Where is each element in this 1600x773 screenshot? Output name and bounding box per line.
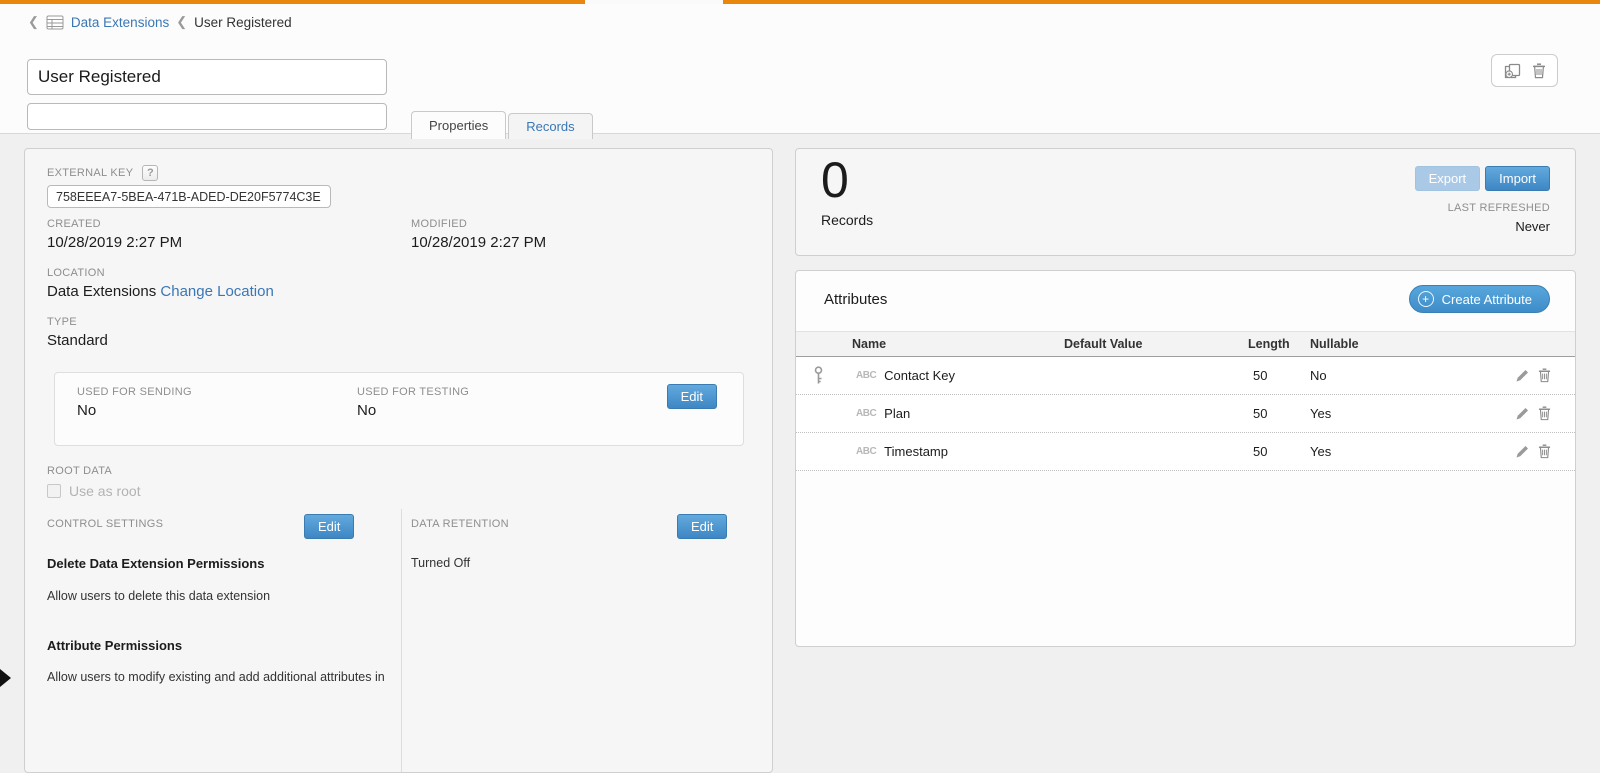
external-key-input[interactable] [47, 185, 331, 208]
extension-name-input[interactable] [27, 59, 387, 95]
change-location-link[interactable]: Change Location [160, 283, 273, 300]
root-data-label: ROOT DATA [47, 465, 112, 477]
breadcrumb-current: User Registered [194, 15, 292, 30]
modified-label: MODIFIED [411, 218, 546, 230]
tab-properties[interactable]: Properties [411, 111, 506, 139]
use-as-root-label: Use as root [69, 483, 141, 499]
col-name: Name [852, 337, 1064, 351]
attribute-length: 50 [1248, 368, 1310, 383]
extension-description-input[interactable] [27, 103, 387, 130]
properties-panel: EXTERNAL KEY ? CREATED 10/28/2019 2:27 P… [24, 148, 773, 773]
attribute-nullable: Yes [1310, 406, 1470, 421]
attribute-permissions-desc: Allow users to modify existing and add a… [47, 670, 385, 684]
header-action-group [1491, 54, 1558, 87]
type-label: TYPE [47, 316, 108, 328]
data-retention-edit-button[interactable]: Edit [677, 514, 727, 539]
primary-key-icon [813, 366, 824, 385]
location-value: Data Extensions [47, 283, 156, 300]
col-default-value: Default Value [1064, 337, 1248, 351]
control-settings-label: CONTROL SETTINGS [47, 518, 163, 530]
col-length: Length [1248, 337, 1310, 351]
used-for-sending-label: USED FOR SENDING [77, 386, 192, 398]
last-refreshed-value: Never [1515, 219, 1550, 234]
delete-attribute-icon[interactable] [1538, 368, 1551, 383]
table-row: ABC Plan 50 Yes [796, 395, 1575, 433]
location-label: LOCATION [47, 267, 274, 279]
edit-attribute-icon[interactable] [1515, 444, 1530, 459]
modified-value: 10/28/2019 2:27 PM [411, 234, 546, 251]
plus-icon: + [1418, 291, 1434, 307]
col-nullable: Nullable [1310, 337, 1575, 351]
breadcrumb: ❮ Data Extensions ❮ User Registered [28, 14, 292, 30]
tab-records[interactable]: Records [508, 113, 592, 139]
delete-attribute-icon[interactable] [1538, 406, 1551, 421]
attribute-name: Plan [884, 406, 910, 421]
page-header: ❮ Data Extensions ❮ User Registered Prop… [0, 4, 1600, 134]
attribute-name: Contact Key [884, 368, 955, 383]
attributes-panel: Attributes + Create Attribute Name Defau… [795, 270, 1576, 647]
attribute-name: Timestamp [884, 444, 948, 459]
records-label: Records [821, 212, 873, 228]
table-row: ABC Contact Key 50 No [796, 357, 1575, 395]
records-count: 0 [821, 155, 849, 205]
attribute-length: 50 [1248, 444, 1310, 459]
last-refreshed-label: LAST REFRESHED [1448, 202, 1550, 214]
text-type-icon: ABC [856, 370, 876, 381]
created-label: CREATED [47, 218, 182, 230]
delete-attribute-icon[interactable] [1538, 444, 1551, 459]
attributes-table-header: Name Default Value Length Nullable [796, 331, 1575, 357]
used-for-testing-label: USED FOR TESTING [357, 386, 469, 398]
usage-edit-button[interactable]: Edit [667, 384, 717, 409]
delete-permissions-title: Delete Data Extension Permissions [47, 556, 264, 571]
attribute-length: 50 [1248, 406, 1310, 421]
help-icon[interactable]: ? [142, 165, 158, 181]
column-divider [401, 509, 402, 772]
expand-arrow-icon[interactable] [0, 669, 11, 687]
use-as-root-checkbox[interactable] [47, 484, 61, 498]
breadcrumb-parent-link[interactable]: Data Extensions [71, 15, 169, 30]
data-retention-label: DATA RETENTION [411, 518, 509, 530]
import-button[interactable]: Import [1485, 166, 1550, 191]
back-chevron-icon[interactable]: ❮ [28, 14, 39, 30]
attributes-title: Attributes [824, 291, 887, 308]
created-value: 10/28/2019 2:27 PM [47, 234, 182, 251]
attributes-table: Name Default Value Length Nullable ABC C… [796, 331, 1575, 471]
create-attribute-button[interactable]: + Create Attribute [1409, 285, 1550, 313]
data-retention-value: Turned Off [411, 556, 470, 570]
records-card: 0 Records Export Import LAST REFRESHED N… [795, 148, 1576, 256]
data-extensions-icon [46, 15, 64, 30]
text-type-icon: ABC [856, 446, 876, 457]
used-for-sending-value: No [77, 402, 192, 419]
text-type-icon: ABC [856, 408, 876, 419]
delete-extension-icon[interactable] [1532, 63, 1546, 79]
attribute-nullable: No [1310, 368, 1470, 383]
attribute-nullable: Yes [1310, 444, 1470, 459]
edit-attribute-icon[interactable] [1515, 406, 1530, 421]
breadcrumb-separator: ❮ [176, 14, 187, 30]
type-value: Standard [47, 332, 108, 349]
duplicate-icon[interactable] [1504, 63, 1521, 79]
delete-permissions-desc: Allow users to delete this data extensio… [47, 589, 270, 603]
external-key-label: EXTERNAL KEY [47, 167, 133, 179]
control-settings-edit-button[interactable]: Edit [304, 514, 354, 539]
usage-box: USED FOR SENDING No USED FOR TESTING No … [54, 372, 744, 446]
export-button[interactable]: Export [1415, 166, 1481, 191]
tab-bar: Properties Records [411, 111, 593, 139]
attribute-permissions-title: Attribute Permissions [47, 638, 182, 653]
used-for-testing-value: No [357, 402, 469, 419]
table-row: ABC Timestamp 50 Yes [796, 433, 1575, 471]
edit-attribute-icon[interactable] [1515, 368, 1530, 383]
